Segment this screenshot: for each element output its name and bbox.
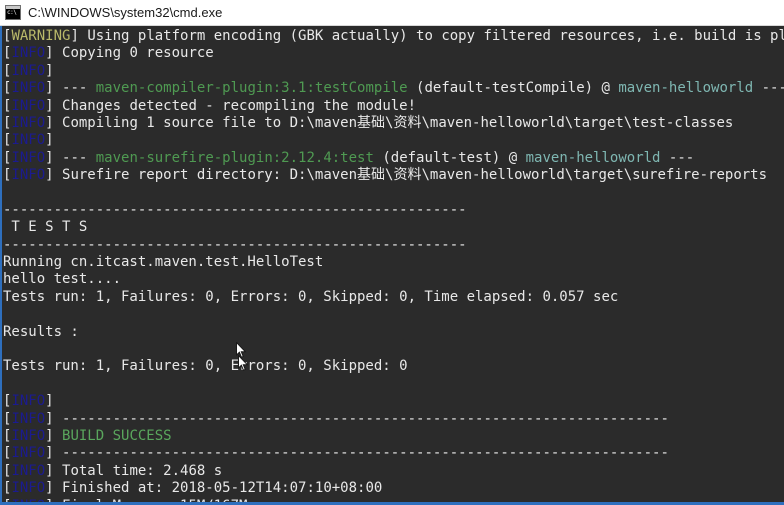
log-tag-bracket-close: ]: [45, 149, 54, 166]
console-line: [INFO] Compiling 1 source file to D:\mav…: [3, 115, 784, 132]
console-text-segment: T E S T S: [3, 219, 88, 236]
log-level-tag: INFO: [11, 149, 46, 166]
console-text-segment: Total time: 2.468 s: [53, 462, 223, 479]
console-text-segment: ---: [660, 149, 695, 166]
console-line: [INFO] Copying 0 resource: [3, 45, 784, 62]
console-line: hello test....: [3, 271, 784, 288]
console-text-segment: Using platform encoding (GBK actually) t…: [78, 28, 784, 44]
log-tag-bracket-close: ]: [45, 97, 54, 114]
console-text-segment: Compiling 1 source file to D:\maven基础\资料…: [53, 114, 734, 131]
cmd-console-icon: c:\: [5, 5, 21, 20]
console-line: T E S T S: [3, 219, 784, 236]
log-tag-bracket-close: ]: [45, 427, 54, 444]
log-level-tag: INFO: [11, 427, 46, 444]
log-level-tag: INFO: [11, 393, 46, 410]
console-output-area[interactable]: [WARNING] Using platform encoding (GBK a…: [0, 26, 784, 505]
log-tag-bracket-close: ]: [45, 114, 54, 131]
console-line: [INFO] ---------------------------------…: [3, 411, 784, 428]
console-text-segment: Changes detected - recompiling the modul…: [53, 97, 417, 114]
console-text-segment: Copying 0 resource: [53, 45, 214, 62]
log-level-tag: WARNING: [11, 28, 71, 44]
log-level-tag: INFO: [11, 62, 46, 79]
log-tag-bracket-close: ]: [45, 132, 54, 149]
log-level-tag: INFO: [11, 114, 46, 131]
console-line: [INFO]: [3, 132, 784, 149]
log-level-tag: INFO: [11, 80, 46, 97]
console-line: [INFO] Finished at: 2018-05-12T14:07:10+…: [3, 480, 784, 497]
console-text-segment: (default-test) @: [373, 149, 526, 166]
console-line: [WARNING] Using platform encoding (GBK a…: [3, 28, 784, 45]
console-text-segment: ----------------------------------------…: [3, 236, 467, 253]
console-text-segment: Results :: [3, 323, 79, 340]
window-title: C:\WINDOWS\system32\cmd.exe: [28, 5, 223, 20]
console-line: [INFO] --- maven-compiler-plugin:3.1:tes…: [3, 80, 784, 97]
console-text-segment: Tests run: 1, Failures: 0, Errors: 0, Sk…: [3, 288, 619, 305]
window-titlebar[interactable]: c:\ C:\WINDOWS\system32\cmd.exe: [0, 0, 784, 26]
cmd-window: c:\ C:\WINDOWS\system32\cmd.exe [WARNING…: [0, 0, 784, 505]
console-line: Running cn.itcast.maven.test.HelloTest: [3, 254, 784, 271]
console-text-segment: Running cn.itcast.maven.test.HelloTest: [3, 254, 324, 271]
console-line: Tests run: 1, Failures: 0, Errors: 0, Sk…: [3, 358, 784, 375]
log-tag-bracket-close: ]: [45, 167, 54, 184]
log-level-tag: INFO: [11, 167, 46, 184]
log-tag-bracket-close: ]: [45, 480, 54, 497]
log-tag-bracket-close: ]: [45, 393, 54, 410]
console-text-segment: ----------------------------------------…: [53, 445, 669, 462]
log-level-tag: INFO: [11, 445, 46, 462]
console-text-segment: maven-helloworld: [525, 149, 661, 166]
log-level-tag: INFO: [11, 410, 46, 427]
console-line: [INFO]: [3, 393, 784, 410]
log-level-tag: INFO: [11, 132, 46, 149]
console-text-segment: maven-surefire-plugin:2.12.4:test: [95, 149, 374, 166]
console-text-segment: Finished at: 2018-05-12T14:07:10+08:00: [53, 480, 383, 497]
console-text-segment: ----------------------------------------…: [53, 410, 669, 427]
console-line: ----------------------------------------…: [3, 202, 784, 219]
console-text-segment: maven-helloworld: [618, 80, 754, 97]
log-tag-bracket-close: ]: [45, 445, 54, 462]
console-text-segment: hello test....: [3, 271, 122, 288]
console-line: [INFO]: [3, 63, 784, 80]
log-tag-bracket-close: ]: [45, 80, 54, 97]
console-line: [INFO] ---------------------------------…: [3, 445, 784, 462]
cmd-icon-glyph: c:\: [7, 9, 17, 16]
console-text-segment: ---: [53, 149, 96, 166]
log-tag-bracket-close: ]: [45, 410, 54, 427]
console-line: [INFO] BUILD SUCCESS: [3, 428, 784, 445]
console-line: Results :: [3, 324, 784, 341]
console-text-segment: Tests run: 1, Failures: 0, Errors: 0, Sk…: [3, 358, 408, 375]
console-text-segment: ---: [53, 80, 96, 97]
console-line: [INFO] Surefire report directory: D:\mav…: [3, 167, 784, 184]
log-tag-bracket-close: ]: [70, 28, 79, 44]
console-line: Tests run: 1, Failures: 0, Errors: 0, Sk…: [3, 289, 784, 306]
console-lines: [WARNING] Using platform encoding (GBK a…: [3, 28, 784, 505]
console-line: [INFO] --- maven-surefire-plugin:2.12.4:…: [3, 150, 784, 167]
console-line: ----------------------------------------…: [3, 237, 784, 254]
console-text-segment: ---: [753, 80, 784, 97]
log-level-tag: INFO: [11, 462, 46, 479]
log-level-tag: INFO: [11, 480, 46, 497]
log-level-tag: INFO: [11, 45, 46, 62]
log-tag-bracket-close: ]: [45, 62, 54, 79]
log-tag-bracket-close: ]: [45, 462, 54, 479]
console-text-segment: Surefire report directory: D:\maven基础\资料…: [53, 167, 768, 184]
console-text-segment: ----------------------------------------…: [3, 201, 467, 218]
console-text-segment: BUILD SUCCESS: [53, 427, 172, 444]
console-text-segment: maven-compiler-plugin:3.1:testCompile: [95, 80, 408, 97]
console-line: [INFO] Total time: 2.468 s: [3, 463, 784, 480]
console-line: [INFO] Changes detected - recompiling th…: [3, 98, 784, 115]
console-text-segment: (default-testCompile) @: [407, 80, 619, 97]
log-level-tag: INFO: [11, 97, 46, 114]
log-tag-bracket-close: ]: [45, 45, 54, 62]
